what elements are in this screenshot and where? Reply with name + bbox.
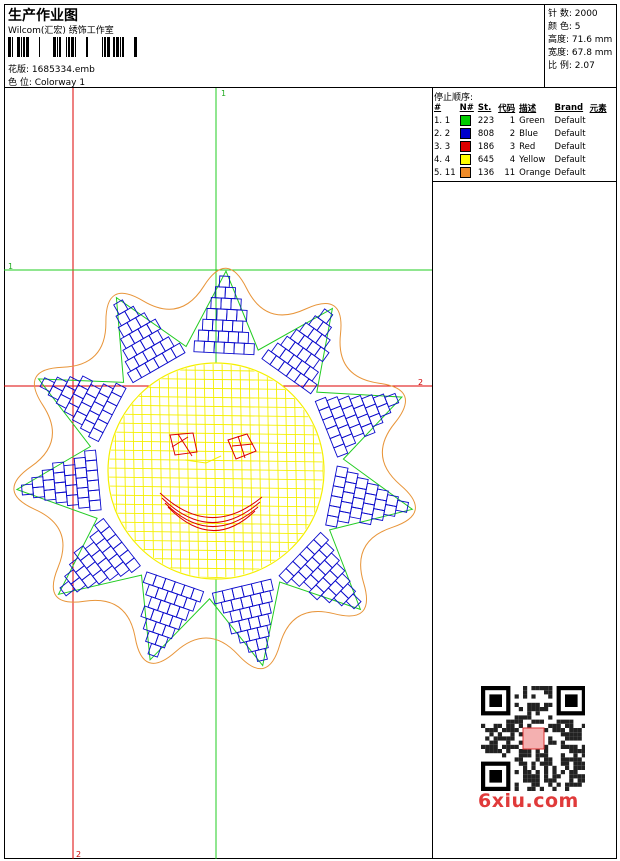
guide-label-left: 1 (8, 262, 13, 271)
qr-code[interactable] (471, 682, 585, 794)
guide-label-top: 1 (221, 89, 226, 98)
guide-label-bottom: 2 (76, 850, 81, 859)
watermark-site: 6xiu.com (478, 790, 579, 812)
guide-label-right: 2 (418, 378, 423, 387)
